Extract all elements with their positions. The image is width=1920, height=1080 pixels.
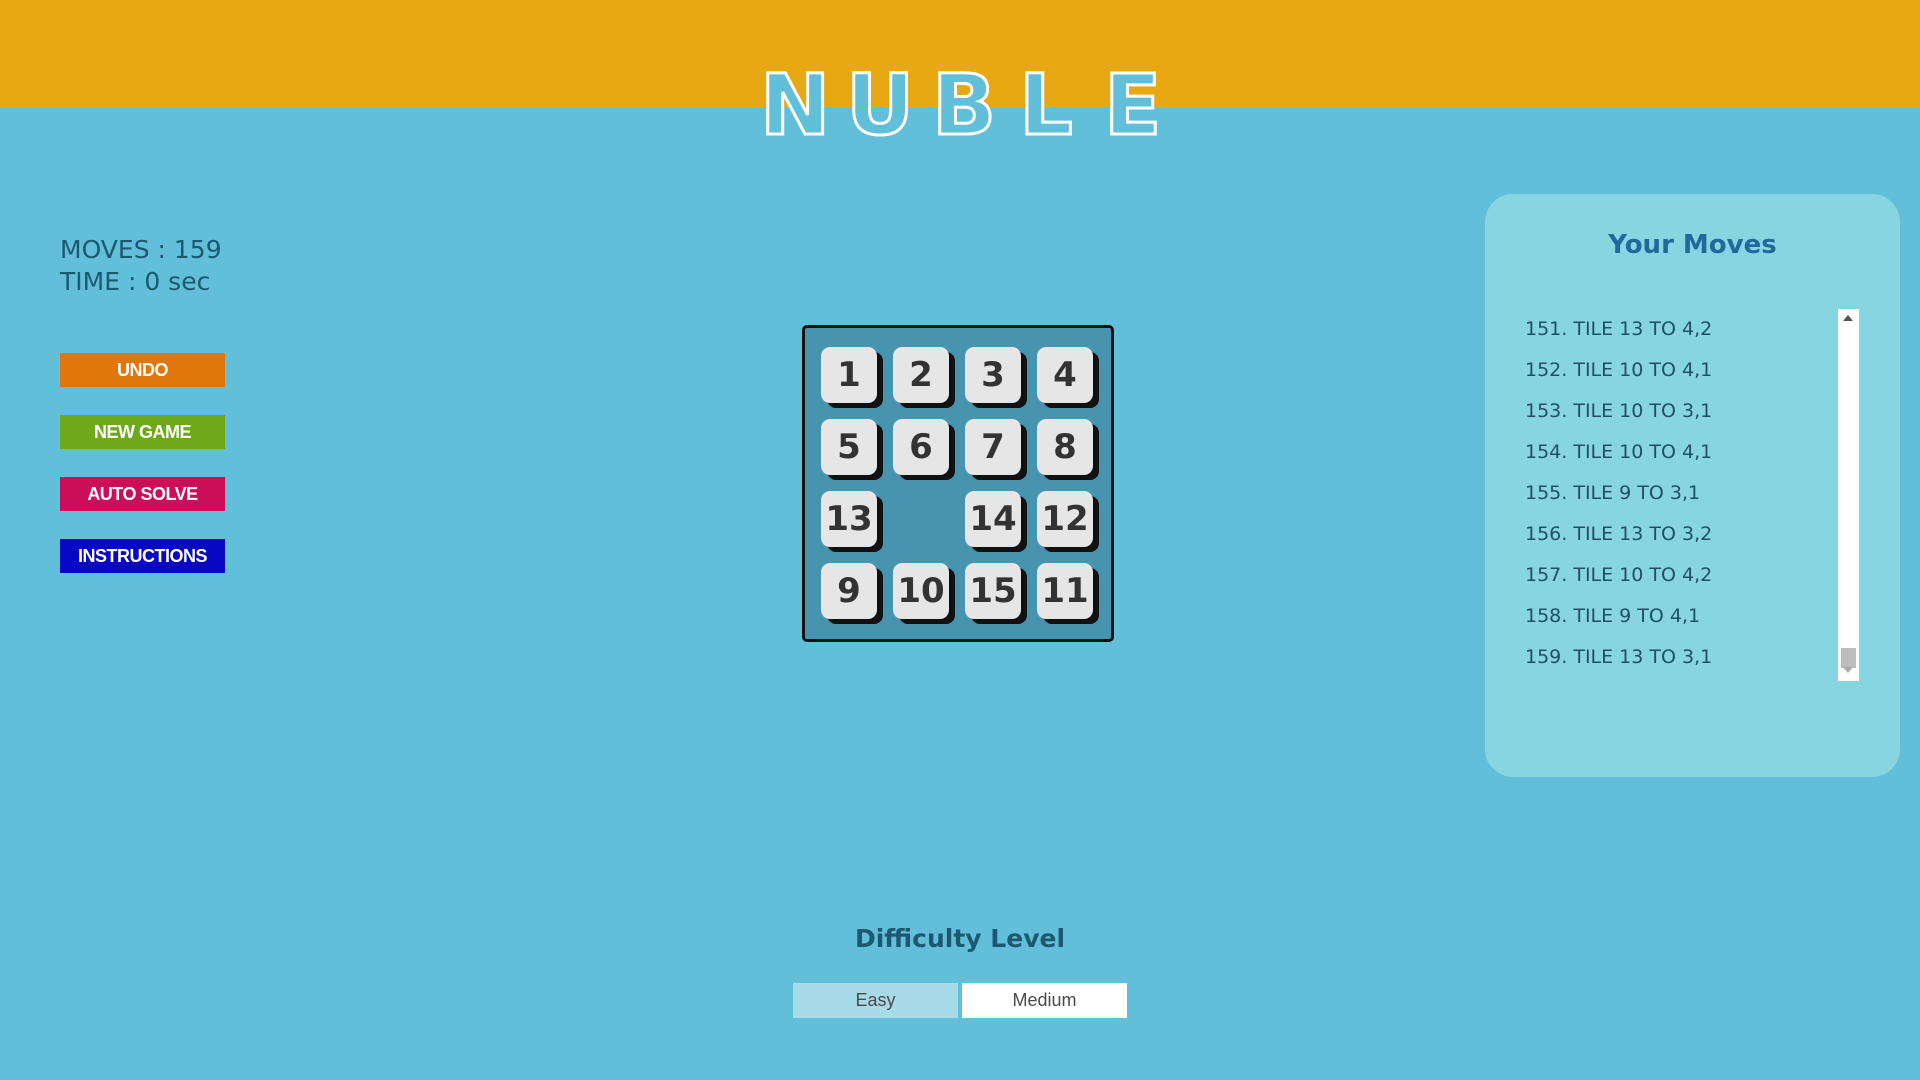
logo-letter: U	[845, 56, 916, 154]
puzzle-tile[interactable]: 15	[965, 563, 1021, 619]
puzzle-tile[interactable]: 1	[821, 347, 877, 403]
puzzle-tile[interactable]: 6	[893, 419, 949, 475]
time-counter: TIME : 0 sec	[60, 267, 211, 296]
move-item: 155. TILE 9 TO 3,1	[1525, 482, 1701, 504]
move-item: 153. TILE 10 TO 3,1	[1525, 400, 1713, 422]
auto-solve-button[interactable]: AUTO SOLVE	[60, 477, 225, 511]
moves-scrollbar[interactable]	[1838, 309, 1859, 681]
scroll-down-icon[interactable]	[1843, 667, 1853, 673]
difficulty-easy-button[interactable]: Easy	[793, 983, 958, 1018]
empty-slot	[893, 491, 949, 547]
puzzle-tile[interactable]: 13	[821, 491, 877, 547]
move-item: 159. TILE 13 TO 3,1	[1525, 646, 1713, 668]
logo-letter: L	[1018, 56, 1075, 154]
puzzle-tile[interactable]: 9	[821, 563, 877, 619]
scroll-up-icon[interactable]	[1843, 315, 1853, 321]
moves-list: 151. TILE 13 TO 4,2 152. TILE 10 TO 4,1 …	[1525, 309, 1825, 678]
puzzle-tile[interactable]: 2	[893, 347, 949, 403]
scroll-thumb[interactable]	[1841, 648, 1856, 668]
new-game-button[interactable]: NEW GAME	[60, 415, 225, 449]
move-item: 158. TILE 9 TO 4,1	[1525, 605, 1701, 627]
difficulty-medium-button[interactable]: Medium	[962, 983, 1127, 1018]
instructions-button[interactable]: INSTRUCTIONS	[60, 539, 225, 573]
move-item: 156. TILE 13 TO 3,2	[1525, 523, 1713, 545]
logo-letter: E	[1103, 56, 1163, 154]
moves-panel-title: Your Moves	[1608, 230, 1777, 260]
undo-button[interactable]: UNDO	[60, 353, 225, 387]
stats-panel: MOVES : 159 TIME : 0 sec	[60, 234, 222, 298]
puzzle-tile[interactable]: 14	[965, 491, 1021, 547]
move-item: 154. TILE 10 TO 4,1	[1525, 441, 1713, 463]
puzzle-tile[interactable]: 8	[1037, 419, 1093, 475]
move-item: 152. TILE 10 TO 4,1	[1525, 359, 1713, 381]
puzzle-tile[interactable]: 4	[1037, 347, 1093, 403]
puzzle-board: 1 2 3 4 5 6 7 8 13 14 12 9 10 15 11	[802, 325, 1114, 642]
puzzle-tile[interactable]: 5	[821, 419, 877, 475]
move-item: 157. TILE 10 TO 4,2	[1525, 564, 1713, 586]
puzzle-tile[interactable]: 11	[1037, 563, 1093, 619]
logo-letter: N	[759, 56, 832, 154]
move-item: 151. TILE 13 TO 4,2	[1525, 318, 1713, 340]
moves-counter: MOVES : 159	[60, 235, 222, 264]
moves-panel: Your Moves 151. TILE 13 TO 4,2 152. TILE…	[1485, 194, 1900, 777]
puzzle-tile[interactable]: 10	[893, 563, 949, 619]
puzzle-tile[interactable]: 12	[1037, 491, 1093, 547]
puzzle-tile[interactable]: 7	[965, 419, 1021, 475]
logo: N U B L E	[0, 56, 1920, 154]
puzzle-tile[interactable]: 3	[965, 347, 1021, 403]
difficulty-title: Difficulty Level	[854, 924, 1066, 953]
logo-letter: B	[931, 56, 998, 154]
